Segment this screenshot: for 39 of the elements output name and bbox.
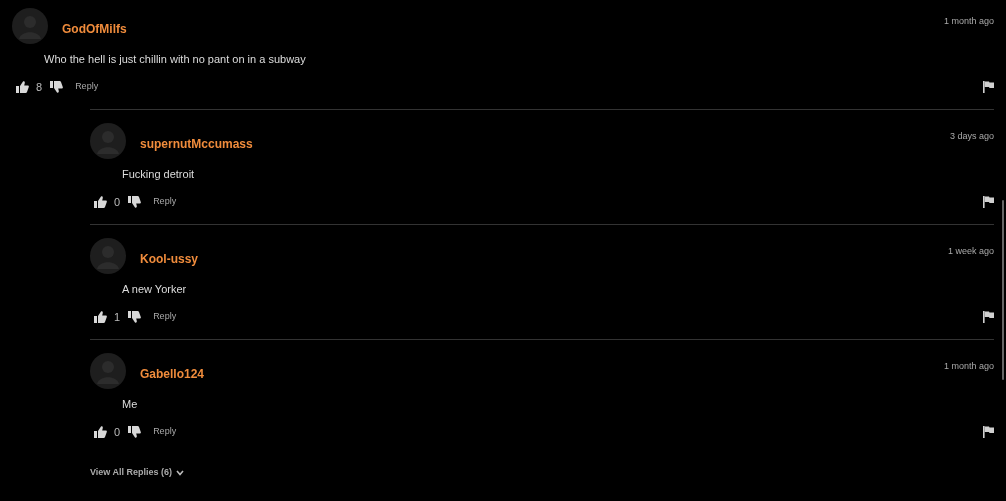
thumbs-down-icon[interactable] xyxy=(50,80,64,93)
flag-icon[interactable] xyxy=(983,80,994,93)
reply-link[interactable]: Reply xyxy=(153,310,177,324)
username[interactable]: Kool-ussy xyxy=(140,250,198,268)
thumbs-down-icon[interactable] xyxy=(128,195,142,208)
username[interactable]: supernutMccumass xyxy=(140,135,253,153)
flag-icon[interactable] xyxy=(983,310,994,323)
comment-text: Fucking detroit xyxy=(122,167,196,182)
like-count: 8 xyxy=(36,79,43,95)
chevron-down-icon xyxy=(176,469,185,476)
username[interactable]: GodOfMilfs xyxy=(62,20,127,38)
thumbs-up-icon[interactable] xyxy=(94,195,107,208)
avatar xyxy=(90,353,126,389)
like-count: 0 xyxy=(114,194,121,210)
comment-text: Who the hell is just chillin with no pant on in a subway xyxy=(44,52,307,67)
reply-link[interactable]: Reply xyxy=(153,425,177,439)
thumbs-down-icon[interactable] xyxy=(128,425,142,438)
comment-text: A new Yorker xyxy=(122,282,188,297)
avatar xyxy=(90,123,126,159)
flag-icon[interactable] xyxy=(983,195,994,208)
thumbs-up-icon[interactable] xyxy=(16,80,29,93)
scrollbar[interactable] xyxy=(1002,200,1004,380)
avatar xyxy=(90,238,126,274)
username[interactable]: Gabello124 xyxy=(140,365,205,383)
reply-link[interactable]: Reply xyxy=(153,195,177,209)
reply-link[interactable]: Reply xyxy=(75,80,99,94)
flag-icon[interactable] xyxy=(983,425,994,438)
timestamp: 1 month ago xyxy=(943,360,994,373)
like-count: 1 xyxy=(114,309,121,325)
comment-text: Me xyxy=(122,397,139,412)
like-count: 0 xyxy=(114,424,121,440)
timestamp: 1 week ago xyxy=(947,245,994,258)
view-all-replies-link[interactable]: View All Replies (6) xyxy=(90,466,185,480)
avatar xyxy=(12,8,48,44)
timestamp: 1 month ago xyxy=(943,15,994,28)
thumbs-up-icon[interactable] xyxy=(94,310,107,323)
timestamp: 3 days ago xyxy=(949,130,994,143)
thumbs-up-icon[interactable] xyxy=(94,425,107,438)
thumbs-down-icon[interactable] xyxy=(128,310,142,323)
